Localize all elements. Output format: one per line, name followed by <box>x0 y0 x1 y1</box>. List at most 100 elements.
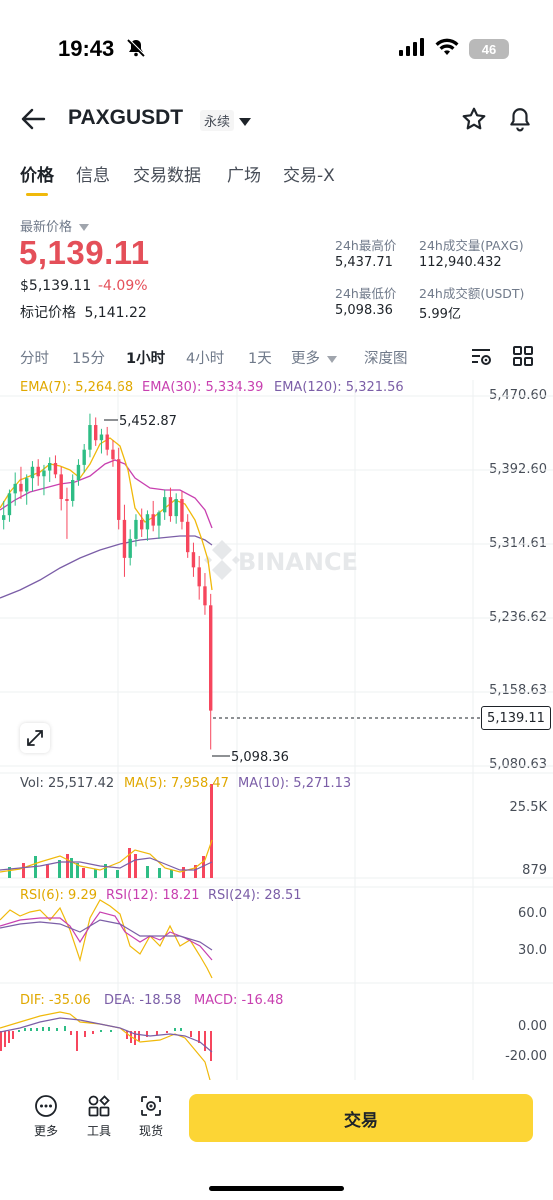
last-price-dropdown-icon <box>79 224 90 231</box>
candle-body <box>19 483 23 492</box>
candle-body <box>13 483 17 494</box>
candle-body <box>134 519 138 539</box>
interval-time[interactable]: 分时 <box>20 347 49 368</box>
candle-body <box>7 493 12 516</box>
candle-body <box>42 470 46 477</box>
contract-badge: 永续 <box>200 110 235 131</box>
symbol-title[interactable]: PAXGUSDT <box>68 106 183 130</box>
low-24h: 5,098.36 <box>335 303 393 318</box>
spot-button[interactable]: 现货 <box>131 1094 171 1139</box>
more-label: 更多 <box>33 1124 58 1138</box>
battery-level: 46 <box>481 41 497 57</box>
price-usd: $5,139.11 <box>20 278 92 294</box>
candle-body <box>157 512 161 526</box>
star-icon[interactable] <box>461 106 487 136</box>
candle-body <box>186 521 190 553</box>
mark-price-label: 标记价格 <box>20 305 76 321</box>
candle-body <box>30 466 35 479</box>
high-24h-label: 24h最高价 <box>335 238 397 253</box>
ema7-line <box>0 437 213 591</box>
vol-axis-top: 25.5K <box>509 800 547 815</box>
spot-label: 现货 <box>138 1124 163 1138</box>
spot-icon <box>141 1096 161 1116</box>
vol-ma5-legend: MA(5): 7,958.47 <box>124 776 229 791</box>
mark-price-row: 标记价格 5,141.22 <box>20 302 147 322</box>
interval-more[interactable]: 更多 <box>291 347 337 368</box>
candle-body <box>88 425 92 450</box>
candle-body <box>145 514 150 530</box>
high-annotation: 5,452.87 <box>119 414 177 429</box>
back-arrow-icon[interactable] <box>20 107 46 135</box>
rsi24-legend: RSI(24): 28.51 <box>208 888 302 903</box>
dif-legend: DIF: -35.06 <box>20 993 91 1008</box>
high-24h: 5,437.71 <box>335 255 393 270</box>
candle-body <box>197 567 201 587</box>
candle-body <box>209 605 213 711</box>
candle-body <box>53 462 58 475</box>
vol-24h-label: 24h成交量(PAXG) <box>419 238 524 253</box>
price-change: -4.09% <box>98 278 148 294</box>
candle-body <box>105 434 109 450</box>
amount-24h-label: 24h成交额(USDT) <box>419 286 525 301</box>
rsi12-legend: RSI(12): 18.21 <box>106 888 200 903</box>
candle-body <box>168 497 173 517</box>
tab-trade-x[interactable]: 交易-X <box>283 161 335 186</box>
candle-body <box>76 464 81 481</box>
status-time: 19:43 <box>58 36 115 61</box>
rsi-axis-bottom: 30.0 <box>518 943 547 958</box>
grid-layout-icon[interactable] <box>513 346 533 370</box>
candle-body <box>59 474 63 500</box>
tab-trading-data[interactable]: 交易数据 <box>133 161 201 186</box>
tab-square[interactable]: 广场 <box>227 161 261 186</box>
tab-info[interactable]: 信息 <box>76 161 110 186</box>
rsi6-legend: RSI(6): 9.29 <box>20 888 97 903</box>
rsi-axis-top: 60.0 <box>518 906 547 921</box>
candle-body <box>203 586 207 606</box>
bell-icon[interactable] <box>507 106 533 136</box>
candle-body <box>65 499 69 501</box>
mark-price: 5,141.22 <box>84 305 147 321</box>
candle-body <box>128 538 132 558</box>
signal-icon <box>399 38 425 60</box>
interval-1h[interactable]: 1小时 <box>126 347 165 368</box>
vol-axis-bottom: 879 <box>522 863 547 878</box>
battery-icon: 46 <box>469 39 509 59</box>
candles <box>2 413 213 750</box>
last-price: 5,139.11 <box>19 234 150 271</box>
interval-15m[interactable]: 15分 <box>72 347 105 368</box>
indicator-settings-icon[interactable] <box>471 347 493 371</box>
candle-body <box>111 449 115 460</box>
candle-body <box>48 462 52 471</box>
candle-body <box>122 519 127 558</box>
mute-icon <box>126 38 146 62</box>
candle-body <box>94 425 98 441</box>
home-indicator[interactable] <box>209 1186 344 1191</box>
more-dots-icon <box>35 1095 57 1117</box>
dea-line <box>0 1017 213 1053</box>
low-annotation: 5,098.36 <box>231 750 289 765</box>
wifi-icon <box>435 38 459 60</box>
trade-button[interactable]: 交易 <box>189 1094 533 1142</box>
macd-axis-top: 0.00 <box>518 1019 547 1034</box>
watermark-text: BINANCE <box>238 548 358 576</box>
interval-1d[interactable]: 1天 <box>248 347 272 368</box>
interval-4h[interactable]: 4小时 <box>186 347 224 368</box>
symbol-dropdown-icon[interactable] <box>238 112 252 131</box>
tools-button[interactable]: 工具 <box>79 1094 119 1139</box>
more-button[interactable]: 更多 <box>26 1094 66 1139</box>
expand-icon[interactable] <box>20 723 50 753</box>
candle-body <box>140 519 144 530</box>
kline-chart[interactable]: BINANCE 5,452.87 5,098.36 <box>0 380 553 1080</box>
vol-24h: 112,940.432 <box>419 255 502 270</box>
vol-legend: Vol: 25,517.42 <box>20 776 115 791</box>
macd-axis-bottom: -20.00 <box>505 1049 547 1064</box>
dea-legend: DEA: -18.58 <box>104 993 182 1008</box>
last-price-label[interactable]: 最新价格 <box>20 216 90 235</box>
tools-label: 工具 <box>86 1124 111 1138</box>
tools-icon <box>88 1095 110 1117</box>
candle-body <box>36 466 40 477</box>
interval-depth[interactable]: 深度图 <box>364 347 408 368</box>
candle-body <box>25 478 29 492</box>
tab-price[interactable]: 价格 <box>20 161 54 186</box>
low-24h-label: 24h最低价 <box>335 286 397 301</box>
